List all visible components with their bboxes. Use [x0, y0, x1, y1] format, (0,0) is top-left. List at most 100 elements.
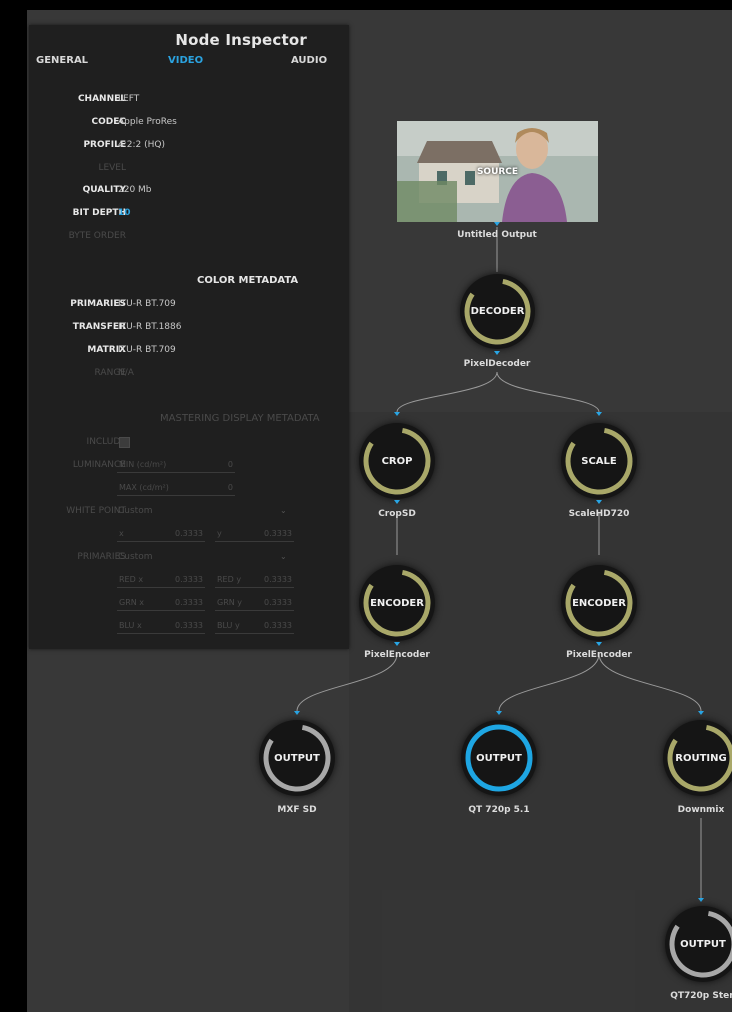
white-point-chevron-icon[interactable]: ⌄ [280, 506, 287, 515]
red-x-label: RED x [119, 575, 144, 584]
red-y-field[interactable]: RED y 0.3333 [215, 575, 294, 588]
wp-y-label: y [217, 529, 222, 538]
encoder-sd-caption: PixelEncoder [364, 650, 430, 660]
transfer-label: TRANSFER [72, 322, 126, 332]
red-x-value: 0.3333 [175, 575, 203, 584]
grn-y-field[interactable]: GRN y 0.3333 [215, 598, 294, 611]
profile-label: PROFILE [83, 140, 126, 150]
grn-x-label: GRN x [119, 598, 145, 607]
primaries-chevron-icon[interactable]: ⌄ [280, 552, 287, 561]
encoder-hd-label: ENCODER [572, 597, 626, 609]
quality-label: QUALITY [82, 185, 126, 195]
codec-value[interactable]: Apple ProRes [118, 117, 177, 127]
channel-label: CHANNEL [77, 94, 126, 104]
decoder-label: DECODER [470, 306, 525, 317]
byte-order-label: BYTE ORDER [68, 231, 126, 241]
grn-y-label: GRN y [217, 598, 243, 607]
mastering-primaries-select[interactable]: Custom [118, 552, 152, 562]
encoder-sd-label: ENCODER [370, 597, 424, 609]
output-mxf-node[interactable]: OUTPUT [259, 720, 335, 796]
output-stereo-caption: QT720p Stere [670, 991, 732, 1001]
level-label: LEVEL [98, 163, 126, 173]
wp-x-field[interactable]: x 0.3333 [117, 529, 205, 542]
include-checkbox[interactable] [119, 437, 130, 448]
crop-caption: CropSD [378, 509, 416, 519]
encoder-hd-output-port[interactable] [596, 642, 602, 646]
range-value: N/A [118, 368, 134, 378]
output-stereo-input-port[interactable] [698, 898, 704, 902]
crop-input-port[interactable] [394, 412, 400, 416]
max-luminance-field[interactable]: MAX (cd/m²) 0 [117, 483, 235, 496]
crop-output-port[interactable] [394, 500, 400, 504]
scale-label: SCALE [581, 455, 617, 467]
channel-value[interactable]: LEFT [118, 94, 139, 104]
quality-value[interactable]: 220 Mb [118, 185, 152, 195]
min-luminance-field[interactable]: MIN (cd/m²) 0 [117, 460, 235, 473]
source-output-port[interactable] [494, 222, 500, 226]
grn-x-value: 0.3333 [175, 598, 203, 607]
blu-y-label: BLU y [217, 621, 240, 630]
max-luminance-value: 0 [227, 483, 233, 492]
output-mxf-input-port[interactable] [294, 711, 300, 715]
inspector-title: Node Inspector [175, 31, 307, 49]
output-stereo-node[interactable]: OUTPUT [665, 906, 732, 982]
tab-video[interactable]: VIDEO [168, 55, 203, 66]
source-caption: Untitled Output [457, 230, 537, 240]
max-luminance-label: MAX (cd/m²) [119, 483, 169, 492]
encoder-hd-node[interactable]: ENCODER [561, 565, 637, 641]
output-stereo-label: OUTPUT [680, 938, 726, 950]
matrix-label: MATRIX [87, 345, 126, 355]
decoder-node[interactable]: DECODER [460, 274, 535, 349]
primaries-value[interactable]: ITU-R BT.709 [118, 299, 176, 309]
crop-label: CROP [381, 455, 413, 467]
range-label: RANGE [94, 368, 126, 378]
output-qt51-node[interactable]: OUTPUT [461, 720, 537, 796]
luminance-label: LUMINANCE [72, 460, 126, 470]
output-mxf-label: OUTPUT [274, 752, 320, 764]
wp-x-value: 0.3333 [175, 529, 203, 538]
encoder-sd-node[interactable]: ENCODER [359, 565, 435, 641]
output-mxf-caption: MXF SD [277, 805, 317, 815]
blu-y-field[interactable]: BLU y 0.3333 [215, 621, 294, 634]
red-y-value: 0.3333 [264, 575, 292, 584]
decoder-caption: PixelDecoder [463, 359, 531, 369]
blu-x-field[interactable]: BLU x 0.3333 [117, 621, 205, 634]
tab-general[interactable]: GENERAL [36, 55, 88, 66]
source-node[interactable]: SOURCE [397, 121, 598, 222]
crop-node[interactable]: CROP [359, 423, 435, 499]
wp-y-field[interactable]: y 0.3333 [215, 529, 294, 542]
encoder-sd-output-port[interactable] [394, 642, 400, 646]
blu-y-value: 0.3333 [264, 621, 292, 630]
codec-label: CODEC [91, 117, 126, 127]
blu-x-value: 0.3333 [175, 621, 203, 630]
primaries-label: PRIMARIES [70, 299, 126, 309]
scale-node[interactable]: SCALE [561, 423, 637, 499]
encoder-hd-caption: PixelEncoder [566, 650, 632, 660]
matrix-value[interactable]: ITU-R BT.709 [118, 345, 176, 355]
transfer-value[interactable]: ITU-R BT.1886 [118, 322, 181, 332]
output-qt51-caption: QT 720p 5.1 [468, 805, 530, 815]
routing-input-port[interactable] [698, 711, 704, 715]
mastering-primaries-label: PRIMARIES [77, 552, 126, 562]
routing-label: ROUTING [675, 752, 727, 764]
grn-y-value: 0.3333 [264, 598, 292, 607]
decoder-output-port[interactable] [494, 351, 500, 355]
tab-audio[interactable]: AUDIO [291, 55, 327, 66]
white-point-label: WHITE POINT [66, 506, 126, 516]
grn-x-field[interactable]: GRN x 0.3333 [117, 598, 205, 611]
scale-output-port[interactable] [596, 500, 602, 504]
wp-y-value: 0.3333 [264, 529, 292, 538]
source-label: SOURCE [476, 166, 519, 177]
node-inspector-panel: Node Inspector GENERAL VIDEO AUDIO CHANN… [29, 25, 349, 649]
bit-depth-value[interactable]: 10 [118, 208, 131, 218]
output-qt51-input-port[interactable] [496, 711, 502, 715]
red-x-field[interactable]: RED x 0.3333 [117, 575, 205, 588]
white-point-select[interactable]: Custom [118, 506, 152, 516]
scale-input-port[interactable] [596, 412, 602, 416]
profile-value[interactable]: 4:2:2 (HQ) [118, 140, 165, 150]
blu-x-label: BLU x [119, 621, 142, 630]
red-y-label: RED y [217, 575, 242, 584]
routing-node[interactable]: ROUTING [663, 720, 732, 796]
color-metadata-heading: COLOR METADATA [197, 275, 299, 286]
routing-caption: Downmix [677, 805, 725, 815]
